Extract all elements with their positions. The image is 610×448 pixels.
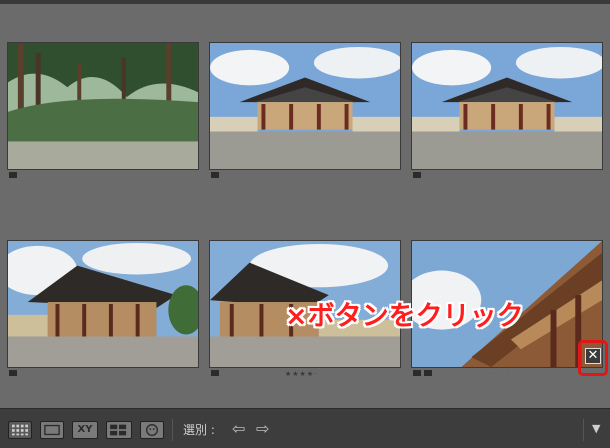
- flag-icon[interactable]: [211, 370, 219, 376]
- grid-view-button[interactable]: [8, 421, 32, 439]
- photo-cell-2[interactable]: [209, 42, 401, 218]
- toolbar-separator: [172, 419, 173, 441]
- select-label: 選別 :: [183, 423, 215, 437]
- toolbar-separator: [583, 419, 584, 441]
- compare-view-button[interactable]: XY: [72, 421, 98, 439]
- loupe-icon: [44, 424, 60, 436]
- photo-thumbnail-2[interactable]: [209, 42, 401, 170]
- survey-icon: [110, 424, 127, 436]
- photo-thumbnail-4[interactable]: [7, 240, 199, 368]
- grid-icon: [12, 424, 28, 436]
- photo-cell-1[interactable]: [7, 42, 199, 218]
- rating-stars[interactable]: ★★★★·: [285, 370, 317, 378]
- photo-grid: ★★★★· · · · · ·: [0, 4, 610, 408]
- close-button[interactable]: ✕: [585, 348, 601, 364]
- flag-icon[interactable]: [9, 172, 17, 178]
- prev-arrow-icon[interactable]: ⇦: [232, 419, 245, 438]
- rating-stars[interactable]: · · · · ·: [487, 370, 516, 378]
- photo-cell-4[interactable]: [7, 240, 199, 416]
- face-icon: [146, 424, 158, 436]
- bottom-toolbar: XY 選別 : ⇦ ⇨ ▼: [0, 408, 610, 448]
- loupe-view-button[interactable]: [40, 421, 64, 439]
- flag-icon[interactable]: [413, 172, 421, 178]
- flag-icon[interactable]: [211, 172, 219, 178]
- next-arrow-icon[interactable]: ⇨: [256, 419, 269, 438]
- flag-icon[interactable]: [424, 370, 432, 376]
- photo-cell-3[interactable]: [411, 42, 603, 218]
- people-view-button[interactable]: [140, 421, 164, 439]
- chevron-down-icon[interactable]: ▼: [592, 422, 600, 435]
- photo-thumbnail-3[interactable]: [411, 42, 603, 170]
- photo-thumbnail-1[interactable]: [7, 42, 199, 170]
- flag-icon[interactable]: [9, 370, 17, 376]
- annotation-text: ×ボタンをクリック: [285, 301, 524, 332]
- survey-view-button[interactable]: [106, 421, 132, 439]
- flag-icon[interactable]: [413, 370, 421, 376]
